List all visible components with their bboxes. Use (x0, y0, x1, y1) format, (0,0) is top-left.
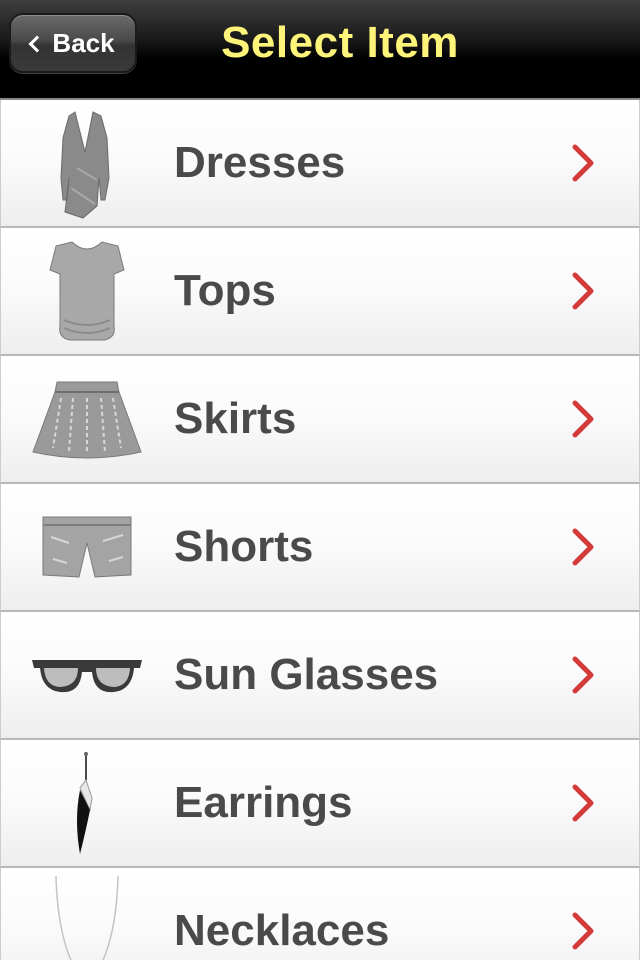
navigation-bar: Back Select Item (0, 0, 640, 100)
list-item-earrings[interactable]: Earrings (0, 740, 640, 868)
chevron-right-icon (572, 912, 594, 950)
back-button-label: Back (52, 27, 115, 58)
shorts-icon (25, 490, 149, 606)
list-item-sun-glasses[interactable]: Sun Glasses (0, 612, 640, 740)
list-item-label: Earrings (174, 778, 353, 827)
necklace-icon (25, 874, 149, 960)
top-icon (25, 234, 149, 350)
list-item-shorts[interactable]: Shorts (0, 484, 640, 612)
list-item-tops[interactable]: Tops (0, 228, 640, 356)
dress-icon (25, 106, 149, 222)
back-chevron-icon (28, 35, 46, 52)
list-item-dresses[interactable]: Dresses (0, 100, 640, 228)
list-item-label: Sun Glasses (174, 650, 439, 699)
list-item-necklaces[interactable]: Necklaces (0, 868, 640, 960)
chevron-right-icon (572, 400, 594, 438)
list-item-label: Tops (174, 266, 276, 315)
sunglasses-icon (25, 618, 149, 734)
list-item-skirts[interactable]: Skirts (0, 356, 640, 484)
list-item-label: Dresses (174, 138, 346, 187)
skirt-icon (25, 362, 149, 478)
page-title: Select Item (221, 18, 459, 67)
list-item-label: Necklaces (174, 906, 390, 955)
list-item-label: Shorts (174, 522, 314, 571)
chevron-right-icon (572, 144, 594, 182)
item-list: Dresses Tops Skirts Shorts Sun Glasses E… (0, 100, 640, 960)
chevron-right-icon (572, 784, 594, 822)
back-button[interactable]: Back (9, 13, 137, 73)
earring-icon (25, 746, 149, 862)
chevron-right-icon (572, 272, 594, 310)
app-screen: Back Select Item Dresses Tops Skirts Sho… (0, 0, 640, 960)
chevron-right-icon (572, 528, 594, 566)
list-item-label: Skirts (174, 394, 297, 443)
chevron-right-icon (572, 656, 594, 694)
